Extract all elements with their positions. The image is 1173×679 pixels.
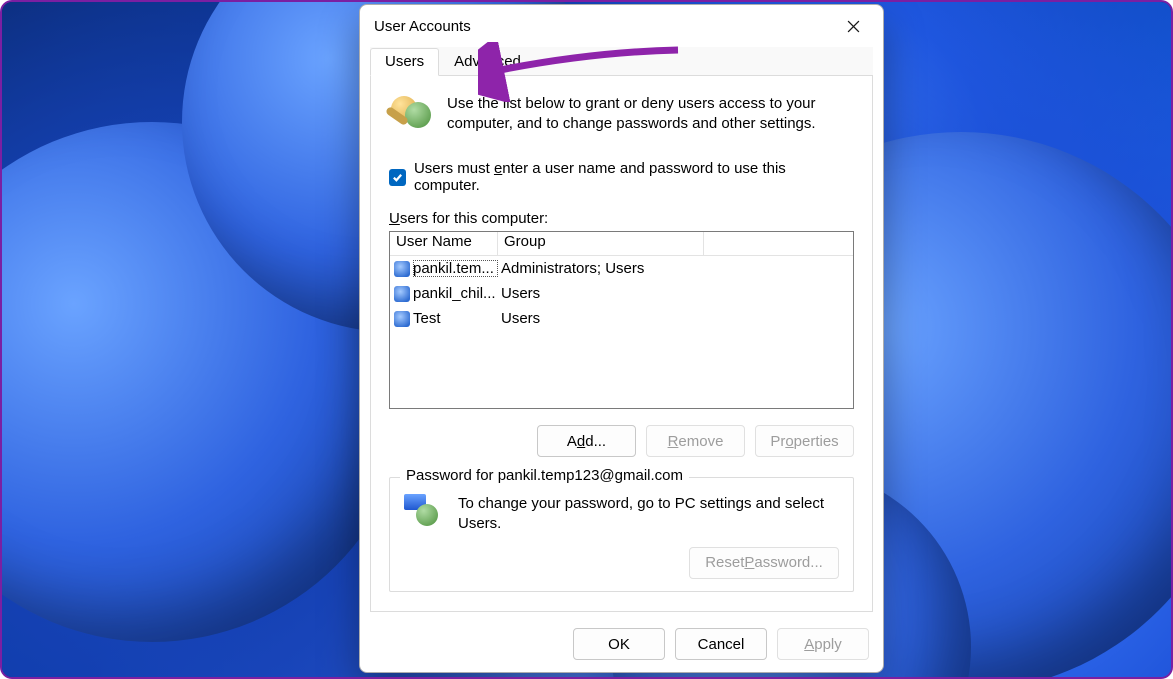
password-groupbox-legend: Password for pankil.temp123@gmail.com — [400, 467, 689, 484]
password-groupbox: Password for pankil.temp123@gmail.com To… — [389, 477, 854, 592]
user-row[interactable]: pankil_chil...Users — [390, 281, 853, 306]
close-icon — [847, 20, 860, 33]
tab-advanced[interactable]: Advanced — [439, 48, 536, 76]
user-row[interactable]: pankil.tem...Administrators; Users — [390, 256, 853, 281]
column-group[interactable]: Group — [498, 232, 704, 256]
reset-password-button[interactable]: Reset Password... — [689, 547, 839, 579]
intro-text: Use the list below to grant or deny user… — [447, 94, 854, 138]
column-username[interactable]: User Name — [390, 232, 498, 256]
require-login-label: Users must enter a user name and passwor… — [414, 160, 854, 194]
users-list[interactable]: User Name Group pankil.tem...Administrat… — [389, 231, 854, 409]
require-login-checkbox[interactable] — [389, 169, 406, 186]
user-row[interactable]: TestUsers — [390, 306, 853, 331]
ok-button[interactable]: OK — [573, 628, 665, 660]
dialog-footer: OK Cancel Apply — [360, 620, 883, 672]
users-keys-icon — [389, 94, 433, 138]
user-icon — [394, 261, 410, 277]
properties-button[interactable]: Properties — [755, 425, 854, 457]
checkmark-icon — [392, 172, 403, 183]
user-accounts-dialog: User Accounts Users Advanced Use the lis… — [359, 4, 884, 673]
remove-button[interactable]: Remove — [646, 425, 745, 457]
users-list-label: Users for this computer: — [389, 210, 854, 227]
user-name-cell: pankil_chil... — [413, 285, 498, 302]
window-title: User Accounts — [374, 18, 831, 35]
tab-panel-users: Use the list below to grant or deny user… — [370, 76, 873, 612]
users-list-header: User Name Group — [390, 232, 853, 256]
tab-users[interactable]: Users — [370, 48, 439, 76]
user-group-cell: Administrators; Users — [498, 260, 644, 277]
user-name-cell: Test — [413, 310, 498, 327]
add-button[interactable]: Add... — [537, 425, 636, 457]
tabstrip: Users Advanced — [370, 47, 873, 76]
user-icon — [394, 311, 410, 327]
user-name-cell: pankil.tem... — [413, 260, 498, 277]
titlebar[interactable]: User Accounts — [360, 5, 883, 47]
apply-button[interactable]: Apply — [777, 628, 869, 660]
user-icon — [394, 286, 410, 302]
cancel-button[interactable]: Cancel — [675, 628, 767, 660]
user-group-cell: Users — [498, 285, 540, 302]
close-button[interactable] — [831, 11, 875, 41]
user-pcsettings-icon — [404, 494, 444, 534]
password-help-text: To change your password, go to PC settin… — [458, 494, 839, 535]
user-group-cell: Users — [498, 310, 540, 327]
